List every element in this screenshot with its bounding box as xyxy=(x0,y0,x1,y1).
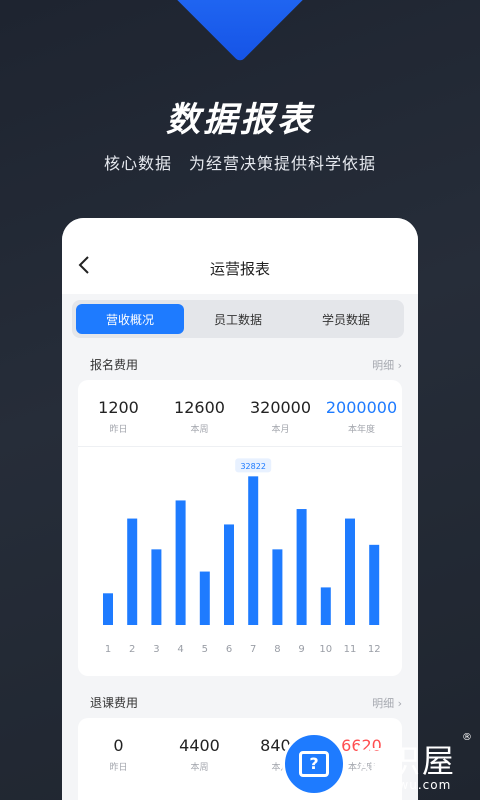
bar-1[interactable] xyxy=(103,593,113,625)
watermark-brand: 知识屋 xyxy=(354,742,457,780)
bar-10[interactable] xyxy=(320,587,331,625)
stat-value: 0 xyxy=(113,736,124,755)
x-tick-label: 2 xyxy=(129,644,135,655)
phone-screen: 运营报表 营收概况 员工数据 学员数据 报名费用 明细 › 1200 昨日 12… xyxy=(62,218,418,800)
top-decoration xyxy=(169,0,311,63)
watermark: ? 知识屋 zhishiwu.com ® xyxy=(282,728,480,800)
stat-this-week: 12600 本周 xyxy=(159,398,240,446)
bar-7[interactable] xyxy=(248,476,259,625)
monitor-question-icon: ? xyxy=(299,751,329,777)
bar-6[interactable] xyxy=(224,524,234,625)
bar-11[interactable] xyxy=(345,518,355,625)
stat-value: 12600 xyxy=(174,398,225,417)
x-tick-label: 6 xyxy=(226,644,232,655)
tab-revenue-overview[interactable]: 营收概况 xyxy=(76,304,184,334)
stat-value: 4400 xyxy=(179,736,220,755)
value-tooltip-label: 32822 xyxy=(240,462,265,471)
stat-value: 1200 xyxy=(98,398,139,417)
stat-value: 320000 xyxy=(249,398,312,417)
refund-section-header: 退课费用 明细 › xyxy=(62,692,418,712)
page-title: 运营报表 xyxy=(209,260,270,278)
bar-2[interactable] xyxy=(127,518,138,625)
stat-label: 本年度 xyxy=(347,425,375,435)
stat-label: 昨日 xyxy=(109,425,128,435)
stat-value: 2000000 xyxy=(325,398,398,417)
tab-bar: 营收概况 员工数据 学员数据 xyxy=(72,300,404,338)
x-tick-label: 3 xyxy=(153,644,159,655)
x-tick-label: 7 xyxy=(250,644,256,655)
x-tick-label: 4 xyxy=(177,644,183,655)
registration-label: 报名费用 xyxy=(90,358,139,372)
stat-label: 本周 xyxy=(190,763,209,773)
refund-stat-yesterday: 0 昨日 xyxy=(78,736,159,784)
stat-label: 昨日 xyxy=(109,763,128,773)
refund-detail-link[interactable]: 明细 › xyxy=(372,695,402,711)
watermark-domain: zhishiwu.com xyxy=(358,778,452,792)
x-tick-label: 1 xyxy=(105,644,111,655)
refund-label: 退课费用 xyxy=(90,696,139,710)
stat-this-year: 2000000 本年度 xyxy=(321,398,402,446)
stat-this-month: 320000 本月 xyxy=(240,398,321,446)
registration-detail-link[interactable]: 明细 › xyxy=(372,357,402,373)
registration-bar-chart: 1 2 3 4 5 6 7328228 9 10 11 12 xyxy=(103,458,381,655)
bar-9[interactable] xyxy=(296,509,307,625)
stat-yesterday: 1200 昨日 xyxy=(78,398,159,446)
watermark-glyph: ? xyxy=(309,754,319,773)
x-tick-label: 12 xyxy=(368,644,381,655)
hero-title: 数据报表 xyxy=(166,100,314,140)
refund-stat-this-week: 4400 本周 xyxy=(159,736,240,784)
hero-subtitle: 核心数据 为经营决策提供科学依据 xyxy=(103,154,376,173)
registration-stats: 1200 昨日 12600 本周 320000 本月 2000000 本年度 xyxy=(78,380,402,446)
watermark-logo: ? xyxy=(282,732,346,796)
bar-4[interactable] xyxy=(175,500,186,625)
x-tick-label: 9 xyxy=(298,644,304,655)
bar-12[interactable] xyxy=(369,544,380,625)
watermark-registered-mark: ® xyxy=(462,732,472,743)
x-tick-label: 11 xyxy=(344,644,357,655)
registration-card: 1200 昨日 12600 本周 320000 本月 2000000 本年度 1… xyxy=(78,380,402,676)
tab-staff-data[interactable]: 员工数据 xyxy=(184,304,292,334)
x-tick-label: 8 xyxy=(274,644,280,655)
stat-label: 本月 xyxy=(271,425,290,435)
stat-label: 本周 xyxy=(190,425,209,435)
x-tick-label: 10 xyxy=(319,644,332,655)
tab-student-data[interactable]: 学员数据 xyxy=(292,304,400,334)
bar-5[interactable] xyxy=(199,571,210,625)
x-tick-label: 5 xyxy=(202,644,208,655)
bar-3[interactable] xyxy=(151,549,162,625)
nav-bar: 运营报表 xyxy=(62,218,418,294)
registration-section-header: 报名费用 明细 › xyxy=(62,354,418,374)
bar-8[interactable] xyxy=(272,549,283,625)
